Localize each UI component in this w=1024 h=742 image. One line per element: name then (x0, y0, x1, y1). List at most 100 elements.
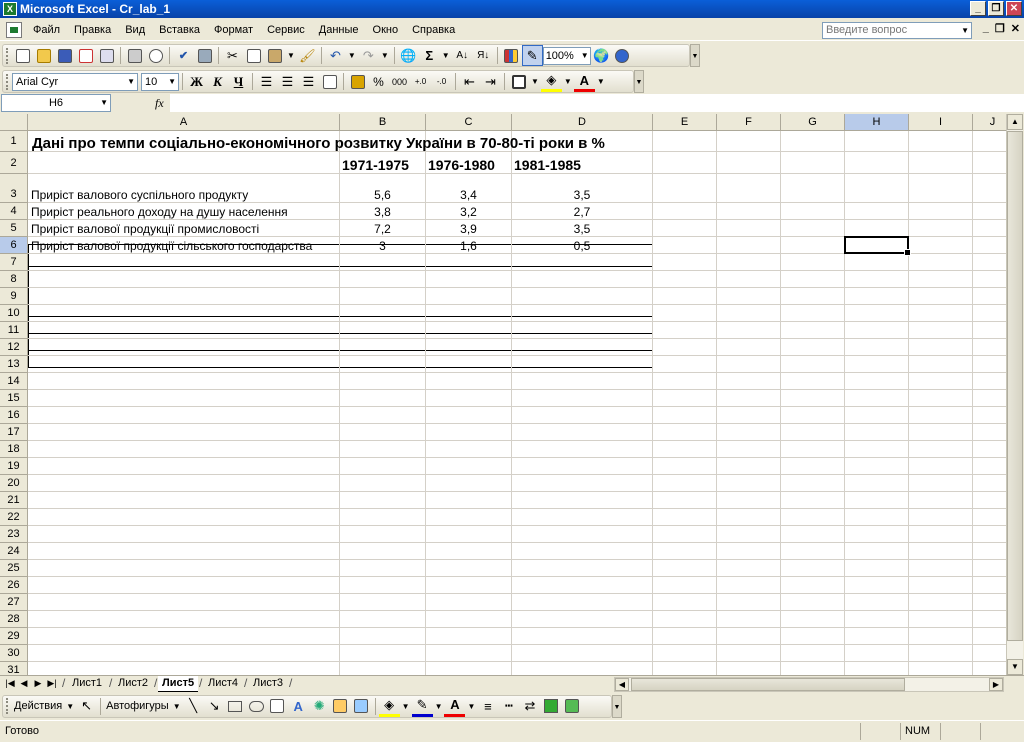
chart-wizard-icon[interactable] (501, 45, 522, 66)
decrease-indent-icon[interactable]: ⇤ (459, 71, 480, 92)
line-color-icon[interactable]: ✎ (411, 696, 433, 717)
line-icon[interactable]: ╲ (183, 696, 204, 717)
next-sheet-icon[interactable]: ▶ (32, 678, 44, 689)
value-cell[interactable]: 3 (340, 238, 425, 254)
fill-color-dropdown-icon[interactable]: ▼ (564, 77, 572, 86)
decrease-decimal-icon[interactable]: -.0 (431, 71, 452, 92)
row-label-industrial-output[interactable]: Приріст валової продукції промисловості (29, 221, 339, 237)
align-left-icon[interactable]: ☰ (256, 71, 277, 92)
email-icon[interactable] (96, 45, 117, 66)
sheet-tab-3[interactable]: Лист3 (249, 676, 288, 692)
row-header-25[interactable]: 25 (0, 560, 28, 577)
toolbar-options-icon[interactable]: ▼ (612, 694, 622, 718)
scroll-down-icon[interactable]: ▼ (1007, 659, 1023, 675)
row-header-26[interactable]: 26 (0, 577, 28, 594)
help-question-input[interactable]: Введите вопрос ▼ (822, 22, 972, 39)
bold-button[interactable]: Ж (186, 71, 207, 92)
fill-color-icon[interactable]: ◈ (378, 696, 400, 717)
autoshapes-dropdown-icon[interactable]: ▼ (173, 702, 181, 711)
excel-app-icon[interactable]: X (3, 2, 17, 16)
insert-function-icon[interactable]: fx (155, 96, 164, 111)
menu-insert[interactable]: Вставка (152, 20, 207, 40)
diagram-icon[interactable]: ✺ (309, 696, 330, 717)
row-header-12[interactable]: 12 (0, 339, 28, 356)
currency-icon[interactable] (347, 71, 368, 92)
period-header-1[interactable]: 1971-1975 (342, 155, 425, 175)
column-header-b[interactable]: B (340, 114, 426, 131)
toolbar-grip[interactable] (6, 73, 9, 90)
borders-dropdown-icon[interactable]: ▼ (531, 77, 539, 86)
row-header-27[interactable]: 27 (0, 594, 28, 611)
value-cell[interactable]: 3,2 (426, 204, 511, 220)
row-header-19[interactable]: 19 (0, 458, 28, 475)
sheet-tab-4[interactable]: Лист4 (204, 676, 243, 692)
autosum-icon[interactable]: Σ (419, 45, 440, 66)
cut-icon[interactable]: ✂ (222, 45, 243, 66)
row-header-22[interactable]: 22 (0, 509, 28, 526)
row-label-real-income[interactable]: Приріст реального доходу на душу населен… (29, 204, 339, 220)
undo-icon[interactable]: ↶ (325, 45, 346, 66)
row-header-2[interactable]: 2 (0, 152, 28, 174)
column-header-e[interactable]: E (653, 114, 717, 131)
row-header-4[interactable]: 4 (0, 203, 28, 220)
row-header-23[interactable]: 23 (0, 526, 28, 543)
period-header-2[interactable]: 1976-1980 (428, 155, 511, 175)
menu-view[interactable]: Вид (118, 20, 152, 40)
spelling-icon[interactable]: ✔ (173, 45, 194, 66)
font-size-select[interactable]: 10 ▼ (141, 72, 179, 91)
increase-decimal-icon[interactable]: +.0 (410, 71, 431, 92)
scroll-left-icon[interactable]: ◀ (615, 678, 629, 691)
chevron-down-icon[interactable]: ▼ (961, 23, 969, 38)
close-button[interactable]: ✕ (1006, 1, 1022, 16)
doc-minimize-button[interactable]: _ (983, 22, 989, 35)
fill-color-icon[interactable]: ◈ (540, 71, 562, 92)
column-header-d[interactable]: D (512, 114, 653, 131)
permission-icon[interactable] (75, 45, 96, 66)
row-header-31[interactable]: 31 (0, 662, 28, 675)
row-header-11[interactable]: 11 (0, 322, 28, 339)
row-header-16[interactable]: 16 (0, 407, 28, 424)
value-cell[interactable]: 3,8 (340, 204, 425, 220)
period-header-3[interactable]: 1981-1985 (514, 155, 652, 175)
font-color-dropdown-icon[interactable]: ▼ (467, 702, 475, 711)
menu-file[interactable]: Файл (26, 20, 67, 40)
value-cell[interactable]: 5,6 (340, 187, 425, 203)
menu-window[interactable]: Окно (366, 20, 406, 40)
insert-picture-icon[interactable] (351, 696, 372, 717)
select-objects-icon[interactable]: ↖ (76, 696, 97, 717)
row-header-13[interactable]: 13 (0, 356, 28, 373)
row-header-14[interactable]: 14 (0, 373, 28, 390)
active-cell-h6[interactable] (844, 236, 911, 256)
autosum-dropdown-icon[interactable]: ▼ (442, 51, 450, 60)
restore-button[interactable]: ❐ (988, 1, 1004, 16)
dash-style-icon[interactable]: ┅ (498, 696, 519, 717)
textbox-icon[interactable] (267, 696, 288, 717)
menu-data[interactable]: Данные (312, 20, 366, 40)
row-header-6[interactable]: 6 (0, 237, 28, 254)
new-document-icon[interactable] (12, 45, 33, 66)
italic-button[interactable]: К (207, 71, 228, 92)
open-folder-icon[interactable] (33, 45, 54, 66)
toolbar-grip[interactable] (6, 47, 9, 64)
row-label-gross-social-product[interactable]: Приріст валового суспільного продукту (29, 187, 339, 203)
horizontal-scroll-thumb[interactable] (631, 678, 905, 691)
menu-tools[interactable]: Сервис (260, 20, 312, 40)
print-icon[interactable] (124, 45, 145, 66)
chevron-down-icon[interactable]: ▼ (127, 74, 135, 90)
arrow-style-icon[interactable]: ⇄ (519, 696, 540, 717)
row-header-3[interactable]: 3 (0, 174, 28, 203)
last-sheet-icon[interactable]: ▶| (46, 678, 58, 689)
drawing-toggle-icon[interactable]: ✎ (521, 45, 543, 66)
row-header-18[interactable]: 18 (0, 441, 28, 458)
help-icon[interactable] (612, 45, 633, 66)
doc-close-button[interactable]: ✕ (1011, 22, 1020, 35)
row-label-agricultural-output[interactable]: Приріст валової продукції сільського гос… (29, 238, 339, 254)
font-name-select[interactable]: Arial Cyr ▼ (12, 72, 138, 91)
sheet-tab-2[interactable]: Лист2 (114, 676, 153, 692)
row-header-24[interactable]: 24 (0, 543, 28, 560)
value-cell[interactable]: 0,5 (512, 238, 652, 254)
align-right-icon[interactable]: ☰ (298, 71, 319, 92)
value-cell[interactable]: 3,9 (426, 221, 511, 237)
research-icon[interactable] (194, 45, 215, 66)
horizontal-scrollbar[interactable]: ◀ ▶ (614, 677, 1004, 692)
